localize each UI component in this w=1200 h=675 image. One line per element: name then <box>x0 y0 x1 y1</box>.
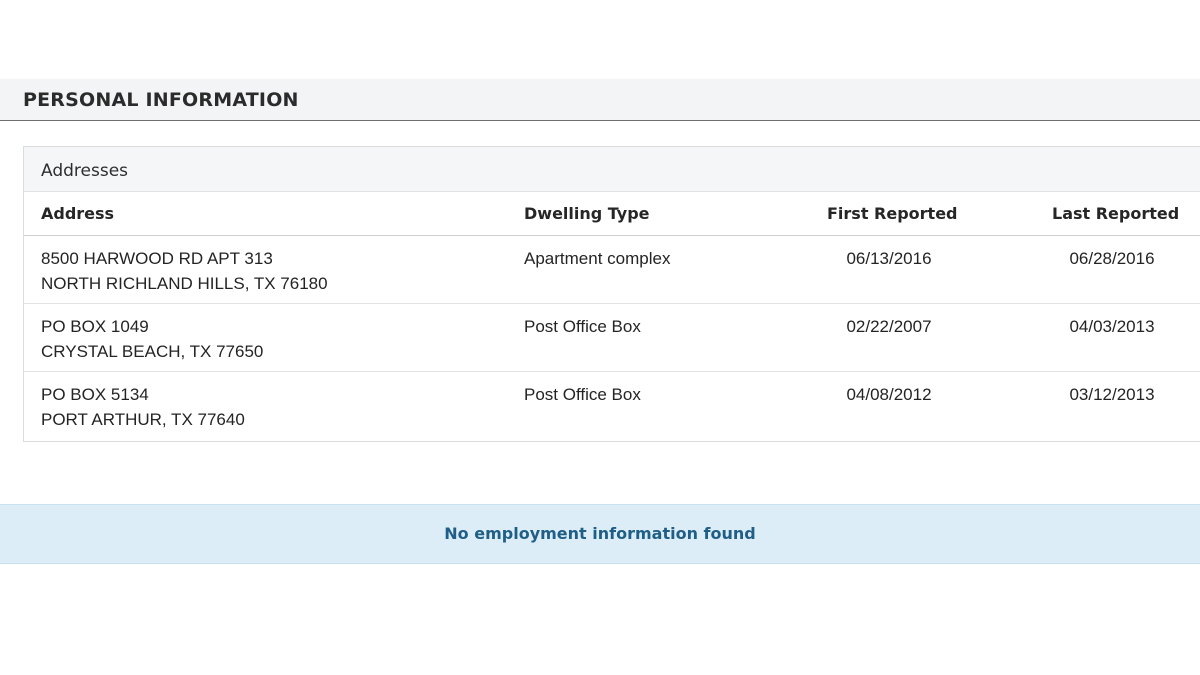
addresses-card: Addresses Address Dwelling Type First Re… <box>23 146 1200 442</box>
last-reported-cell: 03/12/2013 <box>1069 385 1155 404</box>
address-street: PO BOX 1049 <box>41 317 149 336</box>
address-cell: PO BOX 5134 PORT ARTHUR, TX 77640 <box>41 382 245 432</box>
column-header-dwelling-type: Dwelling Type <box>524 204 650 223</box>
report-page: PERSONAL INFORMATION Addresses Address D… <box>0 0 1200 675</box>
dwelling-type-cell: Post Office Box <box>524 317 641 336</box>
table-row: PO BOX 5134 PORT ARTHUR, TX 77640 Post O… <box>24 372 1200 440</box>
dwelling-type-cell: Apartment complex <box>524 249 671 268</box>
dwelling-type-cell: Post Office Box <box>524 385 641 404</box>
first-reported-cell: 02/22/2007 <box>846 317 932 336</box>
last-reported-cell: 04/03/2013 <box>1069 317 1155 336</box>
employment-notice-text: No employment information found <box>444 524 756 543</box>
employment-notice-banner: No employment information found <box>0 504 1200 564</box>
addresses-card-header: Addresses <box>24 147 1200 192</box>
address-city: PORT ARTHUR, TX 77640 <box>41 410 245 429</box>
column-header-first-reported: First Reported <box>827 204 958 223</box>
addresses-table-body: 8500 HARWOOD RD APT 313 NORTH RICHLAND H… <box>24 236 1200 440</box>
address-street: 8500 HARWOOD RD APT 313 <box>41 249 273 268</box>
addresses-title: Addresses <box>41 161 129 181</box>
first-reported-cell: 04/08/2012 <box>846 385 932 404</box>
address-cell: 8500 HARWOOD RD APT 313 NORTH RICHLAND H… <box>41 246 328 296</box>
address-city: CRYSTAL BEACH, TX 77650 <box>41 342 264 361</box>
table-row: 8500 HARWOOD RD APT 313 NORTH RICHLAND H… <box>24 236 1200 304</box>
personal-information-header: PERSONAL INFORMATION <box>0 79 1200 121</box>
last-reported-cell: 06/28/2016 <box>1069 249 1155 268</box>
table-row: PO BOX 1049 CRYSTAL BEACH, TX 77650 Post… <box>24 304 1200 372</box>
address-cell: PO BOX 1049 CRYSTAL BEACH, TX 77650 <box>41 314 263 364</box>
first-reported-cell: 06/13/2016 <box>846 249 932 268</box>
address-street: PO BOX 5134 <box>41 385 149 404</box>
section-title: PERSONAL INFORMATION <box>23 89 299 111</box>
address-city: NORTH RICHLAND HILLS, TX 76180 <box>41 274 328 293</box>
addresses-table-header: Address Dwelling Type First Reported Las… <box>24 192 1200 236</box>
column-header-last-reported: Last Reported <box>1052 204 1180 223</box>
column-header-address: Address <box>41 204 115 223</box>
